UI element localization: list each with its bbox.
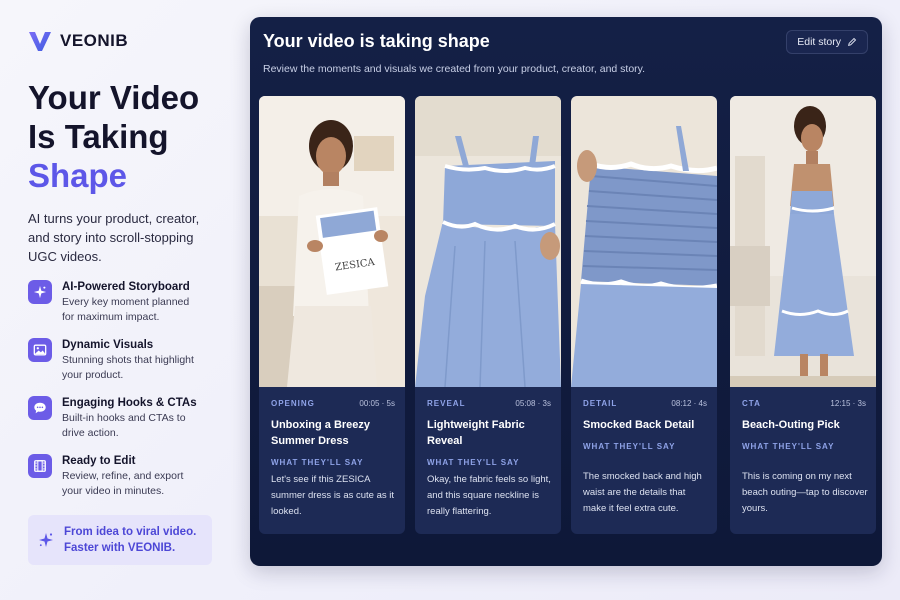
feature-item: AI-Powered Storyboard Every key moment p…	[28, 280, 218, 325]
brand[interactable]: VEONIB	[28, 28, 218, 54]
scene-thumbnail[interactable]	[730, 96, 876, 387]
storyboard-panel: Your video is taking shape Review the mo…	[250, 17, 882, 566]
scene-thumbnail[interactable]	[571, 96, 717, 387]
feature-list: AI-Powered Storyboard Every key moment p…	[28, 280, 218, 499]
pencil-icon	[848, 37, 857, 46]
scene-title: Unboxing a Breezy Summer Dress	[271, 419, 371, 447]
say-label: WHAT THEY'LL SAY	[427, 458, 520, 467]
chat-bubble-icon	[28, 396, 52, 420]
scene-stage: CTA	[742, 399, 761, 408]
feature-desc: Review, refine, and export your video in…	[62, 470, 184, 497]
scene-stage: DETAIL	[583, 399, 618, 408]
feature-title: AI-Powered Storyboard	[62, 281, 190, 293]
scene-card-cta[interactable]: CTA 12:15 · 3s Beach-Outing Pick WHAT TH…	[730, 96, 876, 534]
hero-lead: AI turns your product, creator, and stor…	[28, 211, 200, 264]
sparkle-icon	[28, 280, 52, 304]
scene-card-detail[interactable]: DETAIL 08:12 · 4s Smocked Back Detail WH…	[571, 96, 717, 534]
feature-desc: Stunning shots that highlight your produ…	[62, 354, 194, 381]
say-text: Let's see if this ZESICA summer dress is…	[271, 474, 395, 517]
scene-time: 05:08 · 3s	[515, 399, 551, 408]
say-label: WHAT THEY'LL SAY	[742, 442, 835, 451]
feature-title: Engaging Hooks & CTAs	[62, 397, 197, 409]
scene-card-reveal[interactable]: REVEAL 05:08 · 3s Lightweight Fabric Rev…	[415, 96, 561, 534]
scene-thumbnail[interactable]	[415, 96, 561, 387]
say-text: The smocked back and high waist are the …	[583, 471, 702, 514]
feature-item: Dynamic Visuals Stunning shots that high…	[28, 338, 218, 383]
feature-item: Ready to Edit Review, refine, and export…	[28, 454, 218, 499]
panel-title: Your video is taking shape	[263, 31, 490, 51]
say-label: WHAT THEY'LL SAY	[583, 442, 676, 451]
scene-thumbnail[interactable]: ZESICA	[259, 96, 405, 387]
promo-line-1: From idea to viral video.	[64, 526, 197, 538]
edit-story-button[interactable]: Edit story	[786, 30, 868, 54]
say-label: WHAT THEY'LL SAY	[271, 458, 364, 467]
scene-title: Beach-Outing Pick	[742, 419, 840, 431]
hero-line-3: Shape	[28, 157, 128, 194]
scene-card-opening[interactable]: ZESICA OPENING 00:05 · 5s Unboxing a Bre…	[259, 96, 405, 534]
scene-stage: OPENING	[271, 399, 315, 408]
v-logo-icon	[29, 32, 51, 51]
scene-title: Smocked Back Detail	[583, 419, 695, 431]
feature-title: Dynamic Visuals	[62, 339, 154, 351]
edit-story-label: Edit story	[797, 36, 841, 48]
feature-title: Ready to Edit	[62, 455, 136, 467]
scene-time: 12:15 · 3s	[830, 399, 866, 408]
left-panel: VEONIB Your Video Is Taking Shape AI tur…	[28, 28, 218, 512]
say-text: This is coming on my next beach outing—t…	[742, 471, 868, 514]
brand-name: VEONIB	[60, 31, 129, 50]
feature-item: Engaging Hooks & CTAs Built-in hooks and…	[28, 396, 218, 441]
promo-banner: From idea to viral video. Faster with VE…	[28, 515, 212, 565]
panel-subtitle: Review the moments and visuals we create…	[263, 63, 646, 75]
scene-stage: REVEAL	[427, 399, 466, 408]
sparkle-icon	[39, 533, 53, 547]
film-icon	[28, 454, 52, 478]
hero-heading: Your Video Is Taking Shape	[28, 78, 218, 195]
hero-line-1: Your Video	[28, 79, 200, 116]
image-icon	[28, 338, 52, 362]
say-text: Okay, the fabric feels so light, and thi…	[427, 474, 551, 517]
scene-cards: ZESICA OPENING 00:05 · 5s Unboxing a Bre…	[259, 96, 876, 534]
scene-time: 08:12 · 4s	[671, 399, 707, 408]
feature-desc: Built-in hooks and CTAs to drive action.	[62, 412, 186, 439]
hero-line-2: Is Taking	[28, 118, 169, 155]
scene-title: Lightweight Fabric Reveal	[427, 419, 525, 447]
promo-line-2: Faster with VEONIB.	[64, 542, 176, 554]
feature-desc: Every key moment planned for maximum imp…	[62, 296, 190, 323]
scene-time: 00:05 · 5s	[359, 399, 395, 408]
